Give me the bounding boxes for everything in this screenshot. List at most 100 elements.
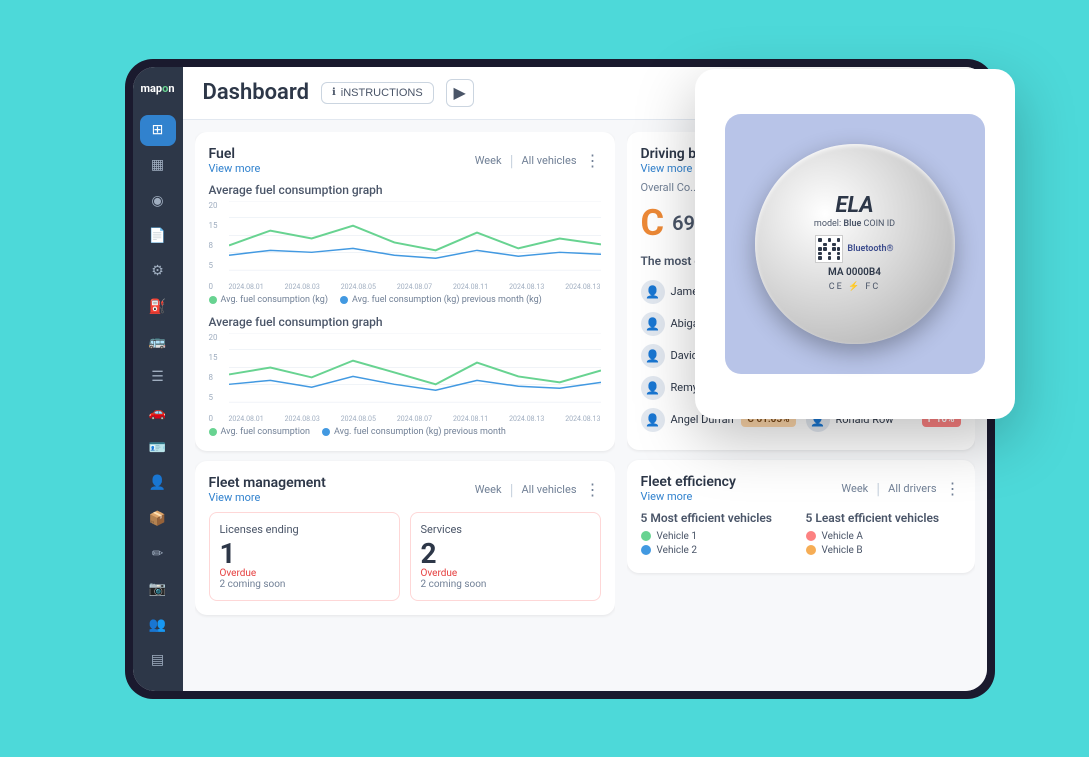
least-efficient-vehicles-title: 5 Least efficient vehicles (806, 511, 961, 525)
fleet-efficiency-card: Fleet efficiency View more Week | All dr… (627, 460, 975, 573)
fuel-card-header: Fuel View more Week | All vehicles ⋮ (209, 146, 601, 175)
sidebar-item-table[interactable]: ▤ (140, 644, 176, 675)
eff-row-2: Vehicle 2 (641, 545, 796, 556)
fuel-view-more[interactable]: View more (209, 162, 261, 175)
ela-mac: MA 0000B4 (828, 267, 881, 278)
fleet-more-icon[interactable]: ⋮ (585, 480, 601, 499)
ela-model: model: Blue COIN ID (814, 219, 895, 229)
app-logo: mapon (137, 82, 179, 95)
driver-avatar: 👤 (641, 312, 665, 336)
fleet-eff-controls: Week | All drivers ⋮ (841, 479, 960, 498)
legend-label-2: Avg. fuel consumption (kg) previous mont… (352, 295, 542, 305)
fleet-eff-sep: | (876, 479, 880, 498)
chart2-area (229, 333, 601, 407)
ela-image-area: ELA model: Blue COIN ID (725, 114, 985, 374)
sidebar-item-document[interactable]: 📄 (140, 220, 176, 251)
fleet-filter-vehicles[interactable]: All vehicles (521, 483, 576, 496)
ela-brand: ELA (835, 195, 873, 217)
chart2-section: Average fuel consumption graph 20 15 8 5… (209, 315, 601, 437)
chart2-svg (229, 333, 601, 407)
fuel-chart-1: 20 15 8 5 0 (209, 201, 601, 291)
info-icon: ℹ (332, 87, 336, 98)
sidebar-item-list[interactable]: ☰ (140, 362, 176, 393)
legend-dot-green (209, 296, 217, 304)
vehicle-dot-1 (641, 531, 651, 541)
most-efficient-vehicles: 5 Most efficient vehicles Vehicle 1 Vehi… (641, 511, 796, 559)
page-title: Dashboard (203, 80, 309, 105)
play-button[interactable]: ▶ (446, 79, 474, 107)
legend-item-1: Avg. fuel consumption (kg) (209, 295, 328, 305)
main-container: mapon ⊞ ▦ ◉ 📄 ⚙ ⛽ 🚌 ☰ 🚗 🪪 👤 📦 ✏ 📷 👥 ▤ (65, 39, 1025, 719)
least-vehicle-dot-1 (806, 531, 816, 541)
sidebar-item-notes[interactable]: ✏ (140, 538, 176, 569)
fleet-management-card: Fleet management View more Week | All ve… (195, 461, 615, 615)
sidebar-item-users[interactable]: 👥 (140, 609, 176, 640)
services-box: Services 2 Overdue 2 coming soon (410, 512, 601, 601)
most-efficient-vehicles-title: 5 Most efficient vehicles (641, 511, 796, 525)
left-panel: Fuel View more Week | All vehicles ⋮ (195, 132, 615, 679)
services-title: Services (421, 523, 590, 536)
legend2-item-2: Avg. fuel consumption (kg) previous mont… (322, 427, 506, 437)
ela-qr-code (815, 235, 843, 263)
fleet-eff-title-section: Fleet efficiency View more (641, 474, 736, 503)
licenses-number: 1 (220, 540, 389, 568)
chart1-y-axis: 20 15 8 5 0 (209, 201, 227, 291)
least-vehicle-name-2: Vehicle B (822, 545, 961, 556)
fleet-filter-week[interactable]: Week (475, 483, 502, 496)
sidebar-item-box[interactable]: 📦 (140, 503, 176, 534)
sidebar-item-settings[interactable]: ⚙ (140, 256, 176, 287)
driver-avatar: 👤 (641, 376, 665, 400)
logo-highlight: o (162, 82, 168, 95)
fuel-card: Fuel View more Week | All vehicles ⋮ (195, 132, 615, 451)
sidebar-item-profile[interactable]: 👤 (140, 468, 176, 499)
fleet-card-controls: Week | All vehicles ⋮ (475, 480, 601, 499)
fuel-card-controls: Week | All vehicles ⋮ (475, 151, 601, 170)
sidebar-item-grid[interactable]: ▦ (140, 150, 176, 181)
licenses-coming: 2 coming soon (220, 579, 389, 590)
fuel-separator: | (510, 151, 514, 170)
fleet-eff-drivers[interactable]: All drivers (888, 482, 936, 495)
driver-avatar: 👤 (641, 408, 665, 432)
licenses-box: Licenses ending 1 Overdue 2 coming soon (209, 512, 400, 601)
chart1-area (229, 201, 601, 275)
instructions-button[interactable]: ℹ iNSTRUCTIONS (321, 82, 434, 104)
chart2-x-labels: 2024.08.01 2024.08.03 2024.08.05 2024.08… (229, 415, 601, 423)
legend-dot-blue (340, 296, 348, 304)
ela-bluetooth-text: Bluetooth® (847, 244, 893, 254)
ela-device-card: ELA model: Blue COIN ID (695, 69, 1015, 419)
chart1-svg (229, 201, 601, 275)
chart2-legend: Avg. fuel consumption Avg. fuel consumpt… (209, 427, 601, 437)
instructions-label: iNSTRUCTIONS (341, 87, 423, 99)
sidebar-item-fuel[interactable]: ⛽ (140, 291, 176, 322)
sidebar-item-card[interactable]: 🪪 (140, 432, 176, 463)
fleet-eff-more[interactable]: ⋮ (945, 479, 961, 498)
sidebar-item-map[interactable]: ◉ (140, 185, 176, 216)
services-number: 2 (421, 540, 590, 568)
fleet-title: Fleet management (209, 475, 326, 491)
fuel-filter-week[interactable]: Week (475, 154, 502, 167)
fleet-view-more[interactable]: View more (209, 491, 326, 504)
least-eff-row-2: Vehicle B (806, 545, 961, 556)
sidebar-item-transport[interactable]: 🚌 (140, 326, 176, 357)
sidebar-item-vehicle[interactable]: 🚗 (140, 397, 176, 428)
fuel-title-section: Fuel View more (209, 146, 261, 175)
chart1-legend: Avg. fuel consumption (kg) Avg. fuel con… (209, 295, 601, 305)
sidebar-item-camera[interactable]: 📷 (140, 574, 176, 605)
bluetooth-label: Bluetooth® (847, 244, 893, 254)
least-vehicle-name-1: Vehicle A (822, 531, 961, 542)
ela-model-blue: Blue (843, 219, 861, 229)
overall-score: 69 (672, 211, 695, 235)
chart2-label: Average fuel consumption graph (209, 315, 601, 329)
chart2-y-axis: 20 15 8 5 0 (209, 333, 227, 423)
vehicle-dot-2 (641, 545, 651, 555)
vehicle-name-2: Vehicle 2 (657, 545, 796, 556)
least-eff-row-1: Vehicle A (806, 531, 961, 542)
sidebar-item-dashboard[interactable]: ⊞ (140, 115, 176, 146)
fleet-title-section: Fleet management View more (209, 475, 326, 504)
fuel-more-icon[interactable]: ⋮ (585, 151, 601, 170)
fleet-eff-week[interactable]: Week (841, 482, 868, 495)
legend2-label-2: Avg. fuel consumption (kg) previous mont… (334, 427, 506, 437)
fuel-filter-vehicles[interactable]: All vehicles (521, 154, 576, 167)
fleet-eff-view-more[interactable]: View more (641, 490, 736, 503)
legend-item-2: Avg. fuel consumption (kg) previous mont… (340, 295, 542, 305)
